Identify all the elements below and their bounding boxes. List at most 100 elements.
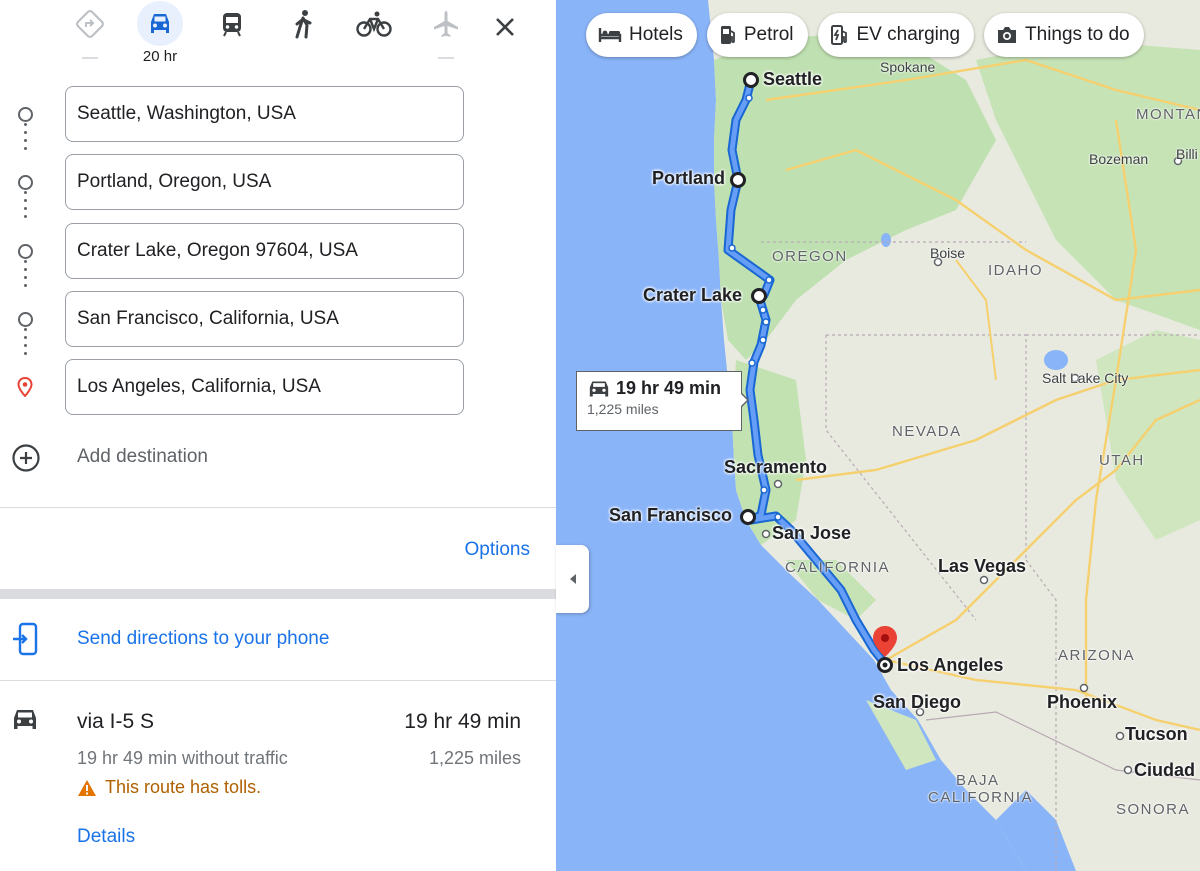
map-label-phoenix[interactable]: Phoenix <box>1047 692 1117 713</box>
stop-row-1 <box>0 86 556 142</box>
map-label-salt-lake-city[interactable]: Salt Lake City <box>1042 370 1128 386</box>
walking-icon <box>281 1 327 47</box>
stop-input-1[interactable] <box>65 86 464 142</box>
car-icon <box>14 710 36 729</box>
route-dots <box>24 123 28 155</box>
map-label-ciudad[interactable]: Ciudad <box>1134 760 1195 781</box>
route-dots <box>24 260 28 292</box>
car-icon <box>137 1 183 46</box>
driving-duration-label: 20 hr <box>142 48 178 65</box>
map-label-california: CALIFORNIA <box>785 559 891 576</box>
map-label-crater-lake[interactable]: Crater Lake <box>643 285 742 306</box>
map-canvas[interactable]: Hotels Petrol EV charging Things to do 1… <box>556 0 1200 871</box>
train-icon <box>209 1 255 47</box>
waypoint-circle-icon <box>16 242 34 260</box>
chip-things-to-do-label: Things to do <box>1025 24 1130 45</box>
chip-ev-charging-label: EV charging <box>856 24 961 45</box>
details-link[interactable]: Details <box>77 826 135 848</box>
send-to-phone-label: Send directions to your phone <box>77 628 330 649</box>
map-label-tucson[interactable]: Tucson <box>1125 724 1188 745</box>
stop-row-3 <box>0 223 556 279</box>
car-icon <box>589 381 609 396</box>
map-category-chips: Hotels Petrol EV charging Things to do <box>586 13 1144 57</box>
options-button[interactable]: Options <box>465 539 530 561</box>
map-label-boise[interactable]: Boise <box>930 245 965 261</box>
map-label-sacramento[interactable]: Sacramento <box>724 457 827 478</box>
route-distance: 1,225 miles <box>428 748 521 768</box>
travel-mode-bar: 20 hr <box>0 0 556 70</box>
send-to-phone-icon <box>13 622 38 656</box>
map-label-oregon: OREGON <box>772 248 848 265</box>
map-label-montana: MONTAN <box>1136 106 1200 123</box>
map-label-los-angeles[interactable]: Los Angeles <box>897 655 1003 676</box>
gas-station-icon <box>720 26 735 44</box>
route-duration: 19 hr 49 min <box>404 710 521 733</box>
waypoint-circle-icon <box>16 310 34 328</box>
add-destination-label: Add destination <box>77 446 208 467</box>
route-name: via I-5 S <box>77 710 155 733</box>
airplane-icon <box>423 1 469 47</box>
destination-pin-icon <box>16 377 34 397</box>
divider <box>0 507 556 508</box>
stop-input-5[interactable] <box>65 359 464 415</box>
map-label-utah: UTAH <box>1099 452 1145 469</box>
bicycle-icon <box>351 1 397 47</box>
mode-transit[interactable] <box>206 0 258 66</box>
map-label-baja-california: CALIFORNIA <box>928 789 1034 806</box>
map-label-sonora: SONORA <box>1116 801 1191 818</box>
section-divider <box>0 589 556 599</box>
plus-circle-icon <box>12 444 40 472</box>
tolls-warning-text: This route has tolls. <box>105 777 262 797</box>
bed-icon <box>598 28 622 42</box>
chip-hotels[interactable]: Hotels <box>586 13 697 57</box>
camera-icon <box>998 27 1017 43</box>
ev-charger-icon <box>830 25 847 45</box>
callout-duration: 19 hr 49 min <box>616 378 722 398</box>
mode-flights[interactable] <box>420 0 472 66</box>
close-directions-button[interactable] <box>488 10 522 44</box>
route-dots <box>24 191 28 223</box>
map-label-seattle[interactable]: Seattle <box>763 69 822 90</box>
add-destination-button[interactable]: Add destination <box>0 438 556 476</box>
map-label-bozeman[interactable]: Bozeman <box>1089 151 1148 167</box>
map-label-portland[interactable]: Portland <box>652 168 725 189</box>
route-option[interactable]: via I-5 S 19 hr 49 min 19 hr 49 min with… <box>0 681 556 871</box>
chip-petrol-label: Petrol <box>743 24 794 45</box>
stop-input-3[interactable] <box>65 223 464 279</box>
chip-things-to-do[interactable]: Things to do <box>984 13 1144 57</box>
mode-driving[interactable]: 20 hr <box>134 0 186 66</box>
chip-ev-charging[interactable]: EV charging <box>817 13 975 57</box>
stop-row-4 <box>0 291 556 347</box>
callout-distance: 1,225 miles <box>587 401 659 417</box>
collapse-panel-button[interactable] <box>556 545 589 613</box>
chip-hotels-label: Hotels <box>629 24 683 45</box>
mode-best[interactable] <box>64 0 116 66</box>
map-label-arizona: ARIZONA <box>1058 647 1136 664</box>
map-label-san-francisco[interactable]: San Francisco <box>609 505 732 526</box>
stop-input-4[interactable] <box>65 291 464 347</box>
map-label-baja: BAJA <box>956 772 1000 789</box>
warning-icon <box>78 779 96 796</box>
map-label-billings[interactable]: Billi <box>1176 146 1198 162</box>
mode-walking[interactable] <box>278 0 330 66</box>
route-dots <box>24 328 28 360</box>
stop-input-2[interactable] <box>65 154 464 210</box>
diamond-turn-icon <box>67 1 113 47</box>
map-label-idaho: IDAHO <box>988 262 1044 279</box>
map-label-spokane[interactable]: Spokane <box>880 59 935 75</box>
caret-left-icon <box>569 574 576 584</box>
stop-row-2 <box>0 154 556 210</box>
waypoint-circle-icon <box>16 173 34 191</box>
stop-row-5 <box>0 359 556 415</box>
send-to-phone-button[interactable]: Send directions to your phone <box>0 600 556 680</box>
directions-panel: 20 hr Seattle, Washington, USA Portland,… <box>0 0 556 871</box>
map-label-san-diego[interactable]: San Diego <box>873 692 961 713</box>
tolls-warning: This route has tolls. <box>77 777 261 798</box>
route-duration-callout[interactable]: 19 hr 49 min 1,225 miles <box>576 371 742 431</box>
map-label-san-jose[interactable]: San Jose <box>772 523 851 544</box>
waypoint-circle-icon <box>16 105 34 123</box>
map-label-las-vegas[interactable]: Las Vegas <box>938 556 1026 577</box>
callout-pointer <box>740 393 747 407</box>
chip-petrol[interactable]: Petrol <box>706 13 808 57</box>
mode-cycling[interactable] <box>348 0 400 66</box>
